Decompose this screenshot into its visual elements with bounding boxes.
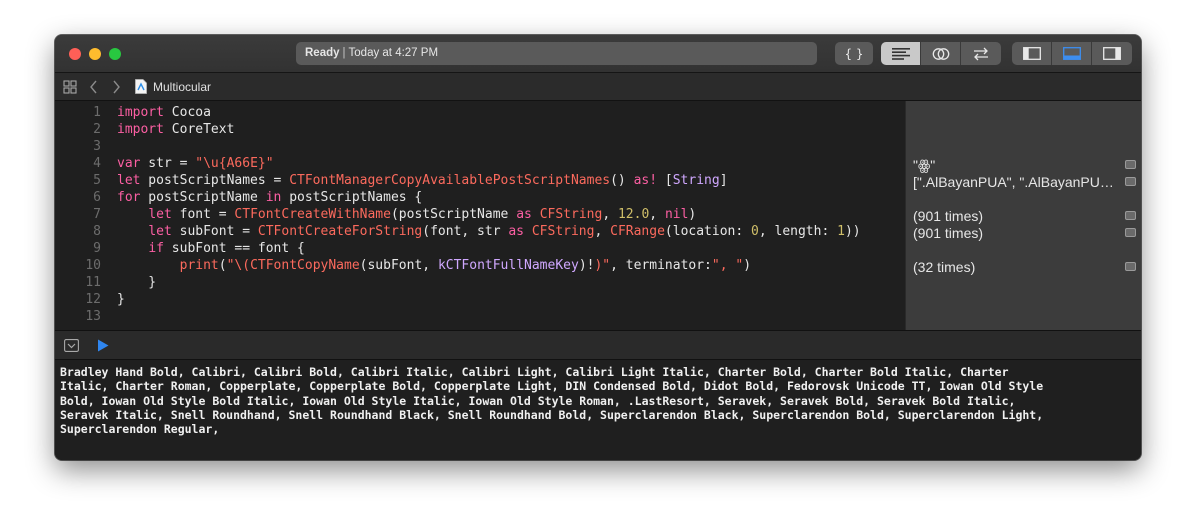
panel-toggle-group xyxy=(1012,42,1132,65)
toggle-inspector-button[interactable] xyxy=(1092,42,1132,65)
line-number: 10 xyxy=(85,258,101,273)
status-ready-label: Ready xyxy=(305,47,340,59)
result-line-10: (32 times) xyxy=(913,259,976,275)
line-number: 8 xyxy=(93,224,101,239)
toggle-debug-area-button[interactable] xyxy=(1052,42,1092,65)
line-number: 2 xyxy=(93,122,101,137)
code-text: import CoreText xyxy=(117,122,235,137)
code-text: } xyxy=(117,292,125,307)
code-text: } xyxy=(117,275,157,290)
left-panel-icon xyxy=(1022,47,1041,60)
standard-editor-button[interactable] xyxy=(881,42,921,65)
result-line-4: "ꙮ" xyxy=(913,157,936,173)
quick-look-icon[interactable] xyxy=(1125,211,1136,220)
activity-status: Ready | Today at 4:27 PM xyxy=(296,42,817,65)
debug-bar xyxy=(55,330,1141,360)
line-number: 1 xyxy=(93,105,101,120)
quick-look-icon[interactable] xyxy=(1125,228,1136,237)
line-number: 9 xyxy=(93,241,101,256)
chevron-right-icon[interactable] xyxy=(111,80,121,94)
close-button[interactable] xyxy=(69,48,81,60)
result-line-8: (901 times) xyxy=(913,225,984,241)
code-text: let subFont = CTFontCreateForString(font… xyxy=(148,224,861,239)
chevron-left-icon[interactable] xyxy=(89,80,99,94)
line-number: 6 xyxy=(93,190,101,205)
editor-lines-icon xyxy=(891,47,910,60)
minimize-button[interactable] xyxy=(89,48,101,60)
line-number: 13 xyxy=(85,309,101,324)
status-separator: | xyxy=(342,47,346,59)
code-text: if subFont == font { xyxy=(148,241,305,256)
code-text: let font = CTFontCreateWithName(postScri… xyxy=(148,207,697,222)
line-number: 4 xyxy=(93,156,101,171)
venn-icon xyxy=(932,47,949,60)
quick-look-icon[interactable] xyxy=(1125,160,1136,169)
line-number: 12 xyxy=(85,292,101,307)
play-icon[interactable] xyxy=(97,339,109,352)
version-editor-button[interactable] xyxy=(961,42,1001,65)
zoom-button[interactable] xyxy=(109,48,121,60)
quick-look-icon[interactable] xyxy=(1125,262,1136,271)
code-text: print("\(CTFontCopyName(subFont, kCTFont… xyxy=(179,258,752,273)
code-text: var str = "\u{A66E}" xyxy=(117,156,274,171)
right-panel-icon xyxy=(1103,47,1121,60)
line-number: 7 xyxy=(93,207,101,222)
status-time-label: Today at 4:27 PM xyxy=(348,47,439,59)
grid-icon[interactable] xyxy=(63,80,77,94)
code-text: for postScriptName in postScriptNames { xyxy=(117,190,423,205)
line-number: 11 xyxy=(85,275,101,290)
code-editor[interactable]: 1 import Cocoa 2 import CoreText 3 4 var st… xyxy=(55,101,905,330)
toolbar: Ready | Today at 4:27 PM { } xyxy=(55,35,1141,73)
braces-icon: { } xyxy=(844,46,864,61)
line-number: 3 xyxy=(93,139,101,154)
file-name-label[interactable]: Multiocular xyxy=(153,73,211,101)
editor-mode-group xyxy=(881,42,1001,65)
bottom-panel-icon xyxy=(1062,47,1081,60)
result-line-7: (901 times) xyxy=(913,208,984,224)
code-text: let postScriptNames = CTFontManagerCopyA… xyxy=(117,173,728,188)
quick-look-icon[interactable] xyxy=(1125,177,1136,186)
results-sidebar: "ꙮ" [".AlBayanPUA", ".AlBayanPUA", ".AlB… xyxy=(905,101,1141,330)
code-text: import Cocoa xyxy=(117,105,211,120)
hide-debug-area-icon[interactable] xyxy=(64,339,79,352)
swap-arrows-icon xyxy=(974,47,988,60)
line-number: 5 xyxy=(93,173,101,188)
toggle-navigator-button[interactable] xyxy=(1012,42,1052,65)
playground-window: Ready | Today at 4:27 PM { } Multiocular… xyxy=(55,35,1141,460)
playground-file-icon xyxy=(135,79,147,94)
result-line-5: [".AlBayanPUA", ".AlBayanPUA", ".AlBayan… xyxy=(913,174,1120,190)
console-output: Bradley Hand Bold, Calibri, Calibri Bold… xyxy=(55,360,1141,460)
assistant-editor-button[interactable] xyxy=(921,42,961,65)
jump-bar: Multiocular xyxy=(55,73,1141,101)
library-button[interactable]: { } xyxy=(835,42,873,65)
